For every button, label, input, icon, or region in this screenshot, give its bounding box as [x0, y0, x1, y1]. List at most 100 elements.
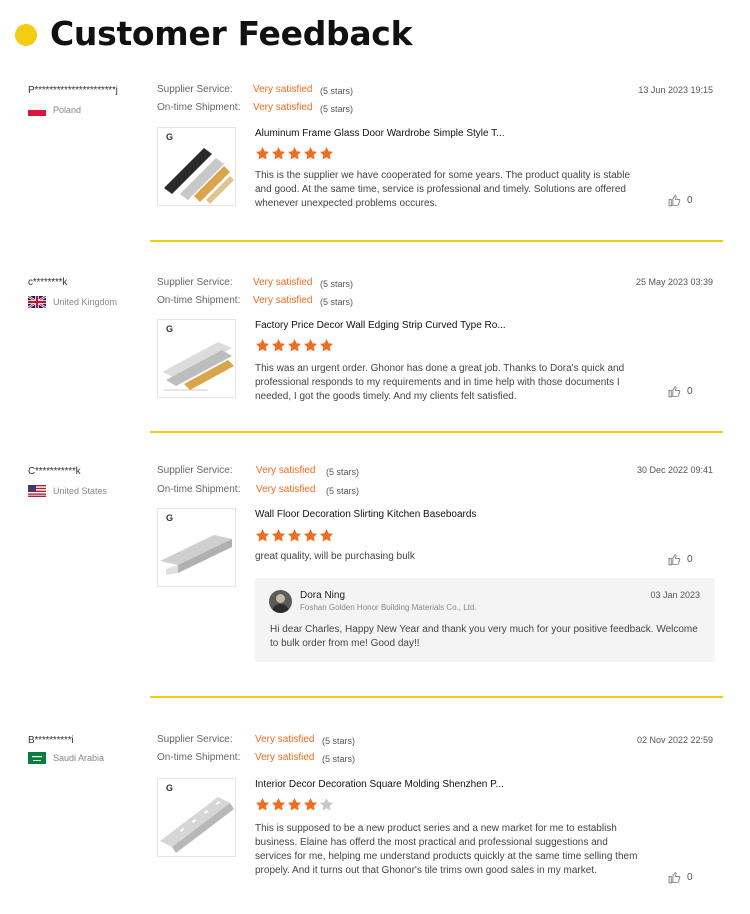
star-filled-icon — [303, 146, 318, 160]
star-rating — [255, 528, 334, 543]
thumbs-up-icon — [668, 554, 681, 566]
supplier-service-label: Supplier Service: — [157, 465, 233, 476]
supplier-service-rating: Very satisfied — [253, 84, 313, 95]
star-filled-icon — [319, 528, 334, 542]
ontime-shipment-label: On-time Shipment: — [157, 295, 241, 306]
product-title[interactable]: Aluminum Frame Glass Door Wardrobe Simpl… — [255, 128, 505, 139]
star-rating — [255, 146, 334, 161]
ontime-shipment-rating: Very satisfied — [253, 295, 313, 306]
star-filled-icon — [287, 528, 302, 542]
ontime-shipment-stars: (5 stars) — [320, 104, 354, 114]
country-name: Poland — [53, 105, 82, 115]
ontime-shipment-rating: Very satisfied — [255, 752, 315, 763]
supplier-service-label: Supplier Service: — [157, 277, 233, 288]
star-filled-icon — [271, 797, 286, 811]
star-filled-icon — [287, 797, 302, 811]
supplier-reply: Dora Ning Foshan Golden Honor Building M… — [255, 578, 715, 662]
product-thumbnail[interactable]: G — [157, 508, 236, 587]
review-date: 30 Dec 2022 09:41 — [636, 465, 713, 475]
star-filled-icon — [255, 528, 270, 542]
supplier-service-stars: (5 stars) — [320, 279, 354, 289]
country-name: United States — [53, 486, 108, 496]
review-text: great quality, will be purchasing bulk — [255, 551, 415, 562]
review-divider — [150, 431, 723, 433]
reviewer-country: Saudi Arabia — [28, 752, 104, 764]
thumbs-up-icon — [668, 195, 681, 207]
product-thumbnail[interactable]: G — [157, 778, 236, 857]
star-filled-icon — [303, 797, 318, 811]
ontime-shipment-label: On-time Shipment: — [157, 752, 241, 763]
product-thumbnail[interactable]: G — [157, 127, 236, 206]
star-rating — [255, 338, 334, 353]
supplier-service-stars: (5 stars) — [320, 86, 354, 96]
ontime-shipment-label: On-time Shipment: — [157, 102, 241, 113]
avatar — [269, 590, 292, 613]
review-divider — [150, 696, 723, 698]
reply-author: Dora Ning — [300, 590, 346, 601]
us-flag-icon — [28, 485, 46, 497]
like-count: 0 — [687, 872, 693, 883]
star-filled-icon — [271, 146, 286, 160]
reviewer-country: United Kingdom — [28, 296, 117, 308]
star-rating — [255, 797, 334, 812]
ontime-shipment-rating: Very satisfied — [253, 102, 313, 113]
country-name: Saudi Arabia — [53, 753, 105, 763]
country-name: United Kingdom — [53, 297, 118, 307]
like-count: 0 — [687, 554, 693, 565]
reply-text: Hi dear Charles, Happy New Year and than… — [270, 624, 698, 649]
supplier-service-label: Supplier Service: — [157, 734, 233, 745]
star-filled-icon — [287, 338, 302, 352]
ontime-shipment-label: On-time Shipment: — [157, 484, 241, 495]
like-count: 0 — [687, 195, 693, 206]
uk-flag-icon — [28, 296, 46, 308]
supplier-service-rating: Very satisfied — [255, 734, 315, 745]
reviewer-name: B**********i — [28, 735, 74, 746]
review-text: This is the supplier we have cooperated … — [255, 170, 631, 209]
star-filled-icon — [319, 146, 334, 160]
saudi-arabia-flag-icon — [28, 752, 46, 764]
ontime-shipment-stars: (5 stars) — [320, 297, 354, 307]
star-filled-icon — [319, 338, 334, 352]
page-title: Customer Feedback — [50, 14, 413, 53]
review-divider — [150, 240, 723, 242]
reviewer-country: United States — [28, 485, 107, 497]
star-filled-icon — [255, 797, 270, 811]
thumbs-up-icon — [668, 386, 681, 398]
star-filled-icon — [271, 338, 286, 352]
product-thumbnail[interactable]: G — [157, 319, 236, 398]
ontime-shipment-rating: Very satisfied — [256, 484, 316, 495]
supplier-service-rating: Very satisfied — [256, 465, 316, 476]
review-text: This was an urgent order. Ghonor has don… — [255, 363, 625, 402]
like-button[interactable]: 0 — [668, 871, 693, 884]
supplier-service-rating: Very satisfied — [253, 277, 313, 288]
review-date: 13 Jun 2023 19:15 — [638, 85, 713, 95]
like-button[interactable]: 0 — [668, 553, 693, 566]
reviewer-name: P**********************j — [28, 85, 118, 96]
star-filled-icon — [287, 146, 302, 160]
product-title[interactable]: Factory Price Decor Wall Edging Strip Cu… — [255, 320, 506, 331]
reviewer-name: c********k — [28, 277, 68, 288]
reviewer-name: C***********k — [28, 466, 81, 477]
ontime-shipment-stars: (5 stars) — [326, 486, 360, 496]
supplier-service-stars: (5 stars) — [322, 736, 356, 746]
star-filled-icon — [303, 528, 318, 542]
star-filled-icon — [271, 528, 286, 542]
like-button[interactable]: 0 — [668, 194, 693, 207]
star-filled-icon — [303, 338, 318, 352]
thumbs-up-icon — [668, 872, 681, 884]
reviewer-country: Poland — [28, 104, 81, 116]
poland-flag-icon — [28, 104, 46, 116]
product-title[interactable]: Interior Decor Decoration Square Molding… — [255, 779, 504, 790]
supplier-service-stars: (5 stars) — [326, 467, 360, 477]
review-text: This is supposed to be a new product ser… — [255, 823, 638, 876]
product-title[interactable]: Wall Floor Decoration Slirting Kitchen B… — [255, 509, 476, 520]
review-date: 02 Nov 2022 22:59 — [636, 735, 713, 745]
star-filled-icon — [255, 146, 270, 160]
review-date: 25 May 2023 03:39 — [635, 277, 713, 287]
page-header: Customer Feedback — [0, 0, 750, 70]
like-count: 0 — [687, 386, 693, 397]
supplier-service-label: Supplier Service: — [157, 84, 233, 95]
star-empty-icon — [319, 797, 334, 811]
star-filled-icon — [255, 338, 270, 352]
like-button[interactable]: 0 — [668, 385, 693, 398]
